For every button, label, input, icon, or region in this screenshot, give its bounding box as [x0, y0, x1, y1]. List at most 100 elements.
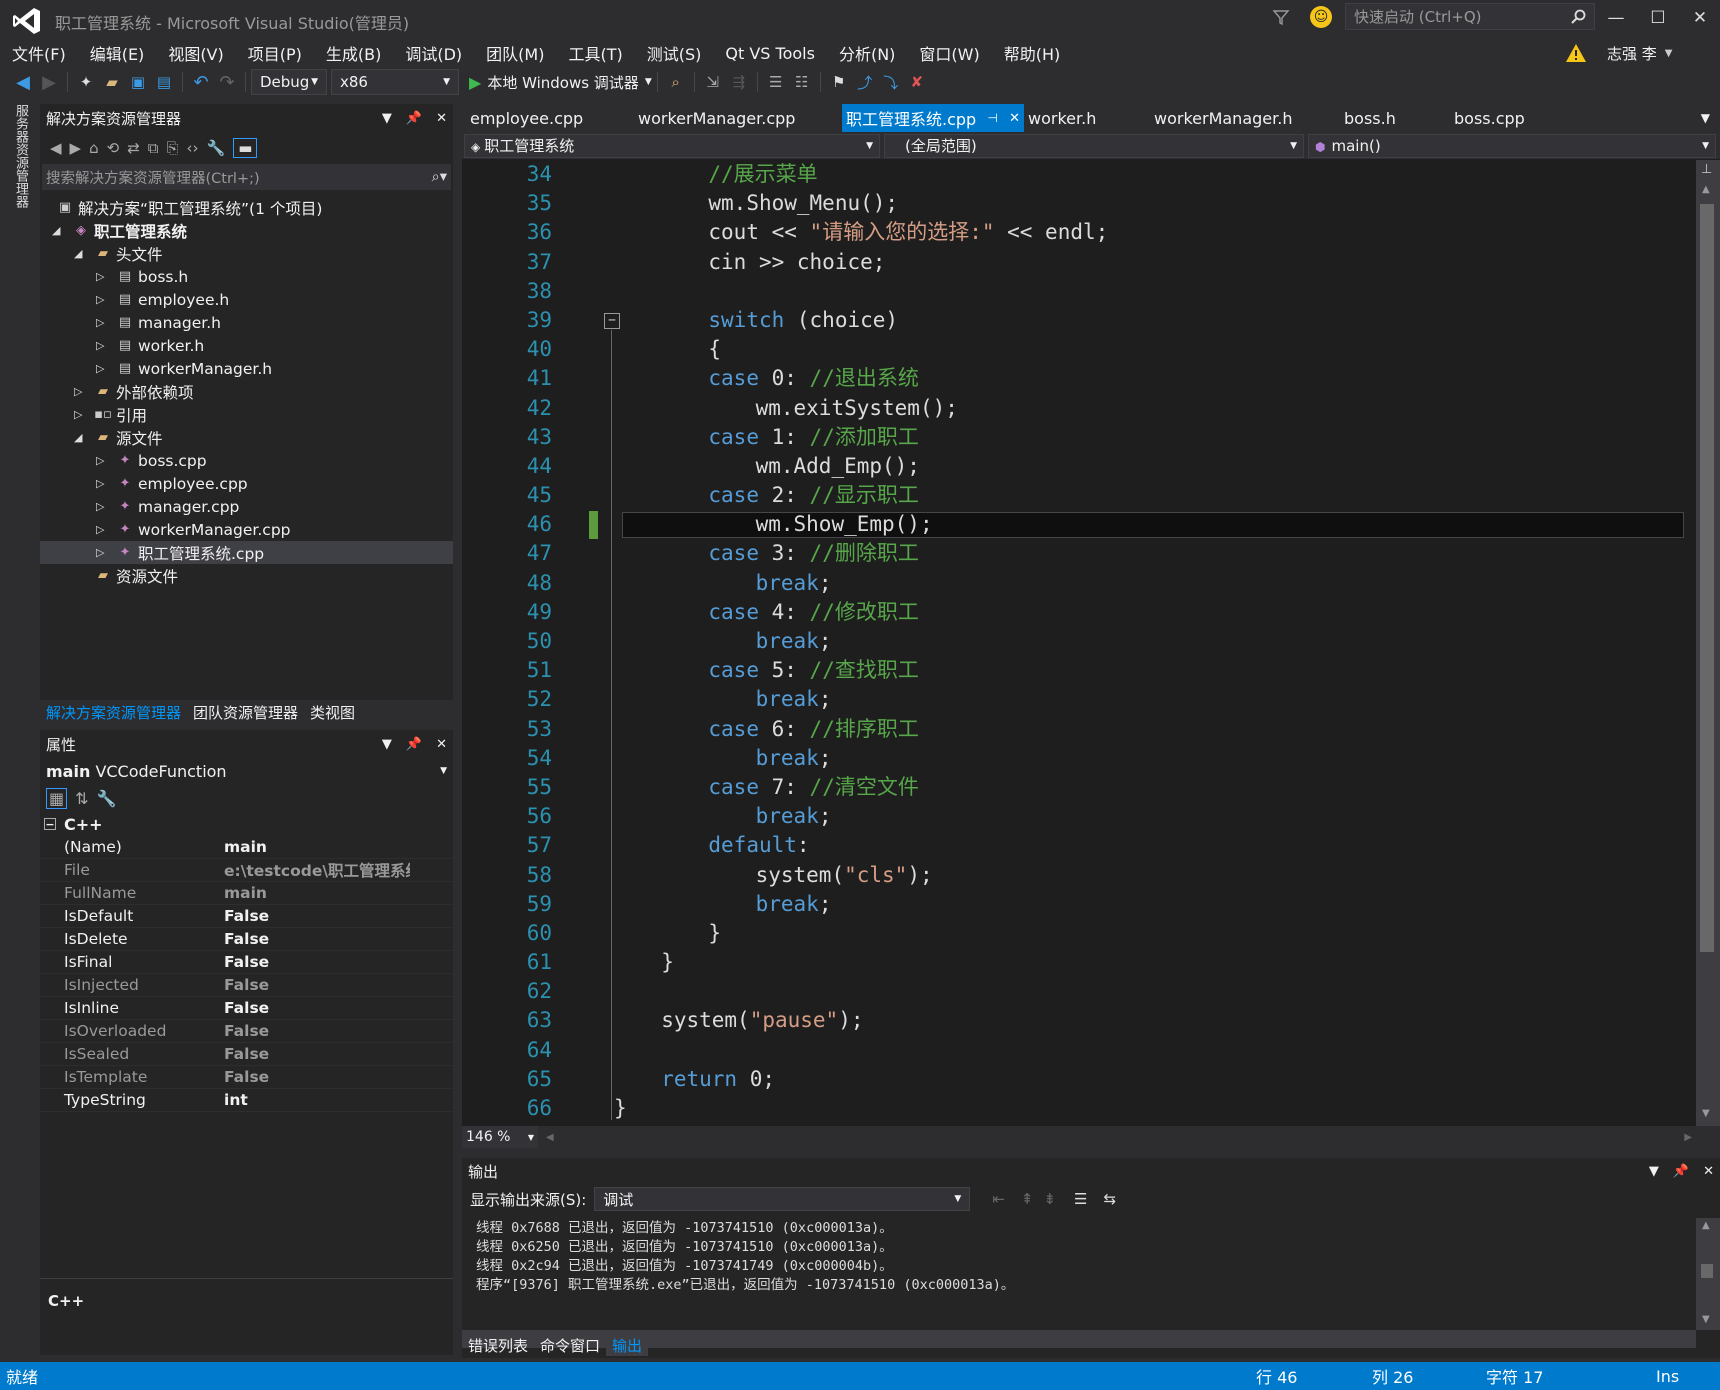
code-line[interactable]: 38	[492, 277, 1696, 306]
collapsed-arrow-icon[interactable]: ▷	[96, 362, 112, 375]
save-icon[interactable]: ▣	[125, 69, 151, 95]
find-in-files-icon[interactable]: ⌕	[663, 69, 689, 95]
code-line[interactable]: 63 system("pause");	[492, 1006, 1696, 1035]
alphabetical-icon[interactable]: ⇅	[75, 789, 88, 808]
word-wrap-icon[interactable]: ⇆	[1103, 1190, 1116, 1208]
tree-folder-external-deps[interactable]: ▷ ▰ 外部依赖项	[40, 380, 453, 403]
properties-object-select[interactable]: main VCCodeFunction ▼	[40, 758, 453, 784]
warning-icon[interactable]	[1565, 43, 1587, 63]
tree-solution-node[interactable]: ▣ 解决方案“职工管理系统”(1 个项目)	[40, 196, 453, 219]
user-area[interactable]: 志强 李 ▼	[1565, 40, 1672, 66]
property-row[interactable]: IsDelete False	[40, 928, 453, 951]
scroll-right-icon[interactable]: ▶	[1684, 1132, 1692, 1143]
save-all-icon[interactable]: ▤	[151, 69, 177, 95]
categorized-icon[interactable]: ▦	[46, 787, 68, 809]
tab-error-list[interactable]: 错误列表	[462, 1334, 534, 1356]
menu-help[interactable]: 帮助(H)	[992, 40, 1073, 66]
code-line[interactable]: 57 default:	[492, 831, 1696, 860]
panel-menu-chevron-icon[interactable]: ▼	[382, 737, 392, 752]
step-over-icon[interactable]: ⇶	[726, 69, 752, 95]
scroll-up-icon[interactable]: ▲	[1702, 1220, 1710, 1231]
back-icon[interactable]: ◀	[50, 139, 62, 157]
code-line[interactable]: 66}	[492, 1094, 1696, 1123]
code-line[interactable]: 62	[492, 977, 1696, 1006]
tree-file-item[interactable]: ▷ ▤ manager.h	[40, 311, 453, 334]
code-line[interactable]: 45 case 2: //显示职工	[492, 481, 1696, 510]
tab-workermanager-cpp[interactable]: workerManager.cpp	[634, 104, 842, 132]
property-row[interactable]: TypeString int	[40, 1089, 453, 1112]
collapse-region-icon[interactable]: −	[604, 313, 620, 329]
code-line[interactable]: 52 break;	[492, 685, 1696, 714]
panel-close-icon[interactable]: ✕	[1703, 1164, 1714, 1179]
collapse-box-icon[interactable]: −	[44, 818, 56, 831]
tree-file-item[interactable]: ▷ ▤ employee.h	[40, 288, 453, 311]
tab-solution-explorer[interactable]: 解决方案资源管理器	[40, 701, 187, 723]
collapsed-arrow-icon[interactable]: ▷	[96, 523, 112, 536]
scroll-left-icon[interactable]: ◀	[546, 1132, 554, 1143]
menu-team[interactable]: 团队(M)	[474, 40, 556, 66]
show-all-files-icon[interactable]: ⎘	[167, 139, 179, 157]
tab-boss-cpp[interactable]: boss.cpp	[1450, 104, 1560, 132]
expanded-arrow-icon[interactable]: ◢	[52, 224, 68, 237]
member-select[interactable]: ⬢ main() ▼	[1308, 133, 1716, 158]
code-line[interactable]: 50 break;	[492, 627, 1696, 656]
scrollbar-thumb[interactable]	[1700, 204, 1714, 952]
tab-worker-h[interactable]: worker.h	[1024, 104, 1150, 132]
previous-message-icon[interactable]: ⇞	[1021, 1190, 1034, 1208]
code-line[interactable]: 35 wm.Show_Menu();	[492, 189, 1696, 218]
chevron-down-icon[interactable]: ▼	[1665, 48, 1673, 59]
tab-boss-h[interactable]: boss.h	[1340, 104, 1450, 132]
redo-icon[interactable]: ↷	[214, 69, 240, 95]
code-line[interactable]: 64	[492, 1036, 1696, 1065]
solution-search-input[interactable]: 搜索解决方案资源管理器(Ctrl+;) ⌕▾	[42, 164, 451, 190]
output-text[interactable]: 线程 0x7688 已退出，返回值为 -1073741510 (0xc00001…	[462, 1214, 1720, 1293]
code-text-area[interactable]: 34 //展示菜单 35 wm.Show_Menu(); 36 cout << "请输入您…	[492, 160, 1696, 1126]
collapsed-arrow-icon[interactable]: ▷	[74, 408, 90, 421]
tree-file-item[interactable]: ▷ ✦ employee.cpp	[40, 472, 453, 495]
code-line[interactable]: 54 break;	[492, 744, 1696, 773]
server-explorer-tab[interactable]: 服务器资源管理器	[10, 104, 30, 224]
property-row[interactable]: IsTemplate False	[40, 1066, 453, 1089]
property-row[interactable]: FullName main	[40, 882, 453, 905]
menu-window[interactable]: 窗口(W)	[907, 40, 991, 66]
code-line[interactable]: 49 case 4: //修改职工	[492, 598, 1696, 627]
scrollbar-thumb[interactable]	[1701, 1264, 1713, 1278]
code-line[interactable]: 34 //展示菜单	[492, 160, 1696, 189]
tree-folder-resources[interactable]: ▰ 资源文件	[40, 564, 453, 587]
next-bookmark-icon[interactable]: ⤵	[878, 69, 904, 95]
history-icon[interactable]: ⟲	[107, 139, 120, 157]
code-line[interactable]: 55 case 7: //清空文件	[492, 773, 1696, 802]
pin-icon[interactable]: 📌	[1673, 1164, 1689, 1179]
property-row[interactable]: IsOverloaded False	[40, 1020, 453, 1043]
property-row[interactable]: File e:\testcode\职工管理系统\职工	[40, 859, 453, 882]
menu-qt-vs-tools[interactable]: Qt VS Tools	[713, 40, 827, 66]
tab-employee-cpp[interactable]: employee.cpp	[466, 104, 634, 132]
user-name[interactable]: 志强 李	[1607, 43, 1657, 64]
menu-view[interactable]: 视图(V)	[156, 40, 235, 66]
project-scope-select[interactable]: ◈ 职工管理系统 ▼	[464, 133, 880, 158]
tree-file-item[interactable]: ▷ ▤ workerManager.h	[40, 357, 453, 380]
tree-file-item[interactable]: ▷ ▤ worker.h	[40, 334, 453, 357]
platform-select[interactable]: x86 ▼	[331, 69, 459, 95]
split-window-icon[interactable]: ⊥	[1701, 162, 1712, 177]
pin-icon[interactable]: 📌	[406, 737, 422, 752]
home-icon[interactable]: ⌂	[89, 139, 99, 157]
menu-test[interactable]: 测试(S)	[635, 40, 714, 66]
output-vertical-scrollbar[interactable]: ▲ ▼	[1696, 1218, 1720, 1330]
property-row[interactable]: IsInjected False	[40, 974, 453, 997]
output-source-select[interactable]: 调试 ▼	[594, 1187, 971, 1211]
panel-menu-chevron-icon[interactable]: ▼	[1649, 1164, 1659, 1179]
bookmark-icon[interactable]: ⚑	[826, 69, 852, 95]
pin-icon[interactable]: 📌	[406, 111, 422, 126]
code-line[interactable]: 41 case 0: //退出系统	[492, 364, 1696, 393]
scroll-down-icon[interactable]: ▼	[1702, 1108, 1710, 1119]
code-line[interactable]: 40 {	[492, 335, 1696, 364]
global-scope-select[interactable]: (全局范围) ▼	[884, 133, 1304, 158]
tab-workermanager-h[interactable]: workerManager.h	[1150, 104, 1340, 132]
tab-main-cpp[interactable]: 职工管理系统.cpp ⊣ ✕	[842, 104, 1024, 132]
property-row[interactable]: IsSealed False	[40, 1043, 453, 1066]
code-line[interactable]: 48 break;	[492, 569, 1696, 598]
code-line[interactable]: 51 case 5: //查找职工	[492, 656, 1696, 685]
feedback-smiley-icon[interactable]: ☺	[1310, 6, 1332, 28]
property-row[interactable]: IsDefault False	[40, 905, 453, 928]
